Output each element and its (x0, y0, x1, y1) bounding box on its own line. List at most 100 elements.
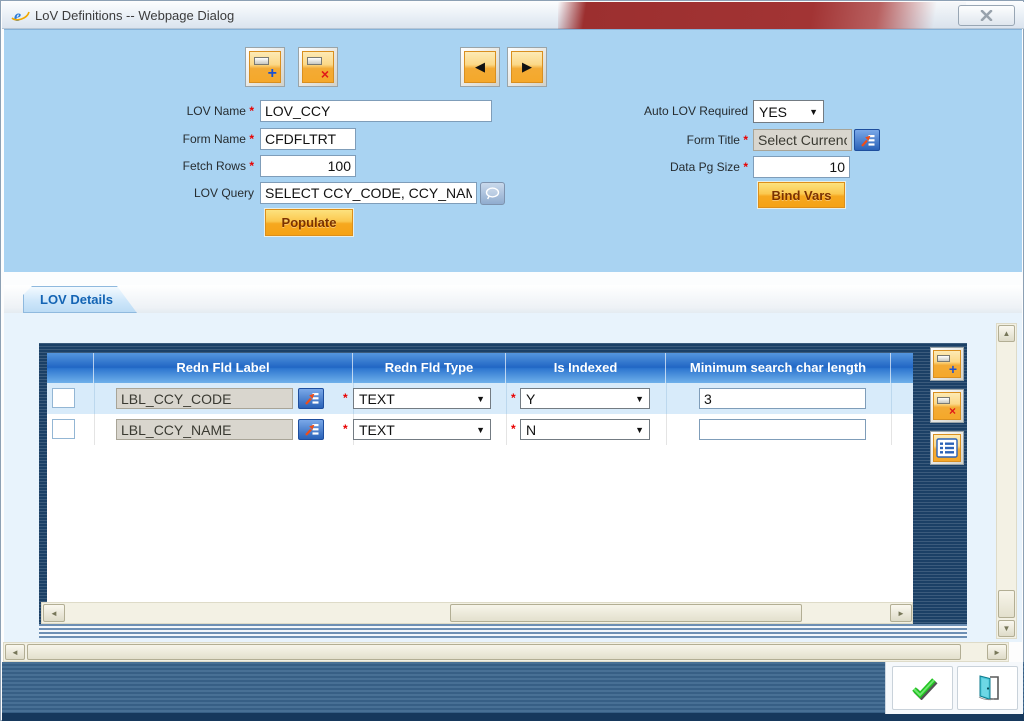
page-v-scroll-thumb[interactable] (998, 590, 1015, 618)
scroll-left-button[interactable]: ◄ (43, 604, 65, 622)
lov-name-input[interactable] (260, 100, 492, 122)
scroll-right-icon: ► (993, 647, 1001, 657)
required-marker: * (511, 422, 516, 436)
populate-button[interactable]: Populate (265, 209, 353, 236)
scroll-right-button[interactable]: ► (890, 604, 912, 622)
list-details-icon (936, 438, 958, 458)
is-indexed-select[interactable]: Y ▼ (520, 388, 650, 409)
required-marker: * (511, 391, 516, 405)
grid-add-row-button[interactable]: + (930, 347, 964, 381)
record-icon (254, 57, 269, 65)
grid-header-min-search-len: Minimum search char length (666, 353, 891, 383)
lov-lookup-icon (860, 134, 874, 147)
redn-fld-type-select[interactable]: TEXT ▼ (353, 419, 491, 440)
lov-details-body: Redn Fld Label Redn Fld Type Is Indexed … (4, 313, 1022, 642)
grid-h-scrollbar[interactable]: ◄ ► (41, 602, 913, 624)
fetch-rows-label: Fetch Rows * (182, 159, 254, 173)
page-h-scroll-thumb[interactable] (27, 644, 961, 660)
data-pg-size-label: Data Pg Size * (669, 160, 748, 174)
auto-lov-required-label: Auto LOV Required (643, 104, 748, 118)
grid-row-2: * TEXT ▼ * N ▼ (47, 414, 913, 445)
arrow-right-icon: ▶ (522, 59, 532, 74)
arrow-left-icon: ◀ (475, 59, 485, 74)
chevron-down-icon: ▼ (476, 393, 485, 404)
lov-query-label: LOV Query (193, 186, 254, 200)
grid-details-button[interactable] (930, 431, 964, 465)
scroll-right-button[interactable]: ► (987, 644, 1007, 660)
bind-vars-button[interactable]: Bind Vars (758, 182, 845, 208)
grid-frame-left (39, 343, 47, 624)
min-search-len-input[interactable] (699, 388, 866, 409)
required-marker: * (343, 391, 348, 405)
ok-button[interactable] (892, 666, 953, 710)
record-icon (307, 57, 322, 65)
chevron-down-icon: ▼ (809, 106, 818, 117)
page-v-scrollbar[interactable]: ▲ ▼ (996, 323, 1017, 639)
grid-frame-right (913, 343, 967, 624)
dialog-window: e LoV Definitions -- Webpage Dialog + × … (0, 0, 1024, 721)
fetch-rows-input[interactable] (260, 155, 356, 177)
tab-lov-details[interactable]: LOV Details (23, 286, 137, 313)
grid-frame-bottom (39, 624, 967, 638)
scroll-left-icon: ◄ (11, 647, 19, 657)
grid-frame-top (39, 343, 967, 353)
plus-icon: + (267, 65, 277, 82)
action-panel (885, 662, 1023, 714)
grid-row-1: * TEXT ▼ * Y ▼ (47, 383, 913, 414)
row-select-box[interactable] (52, 419, 75, 439)
bottom-bar-edge (2, 713, 1024, 721)
lov-lookup-icon (304, 393, 318, 405)
record-icon (937, 397, 950, 404)
add-record-button[interactable]: + (245, 47, 285, 87)
internet-explorer-icon: e (11, 8, 30, 25)
form-name-label: Form Name * (182, 132, 254, 146)
tab-strip (4, 285, 1022, 313)
auto-lov-required-select[interactable]: YES ▼ (753, 100, 824, 123)
grid-h-scroll-thumb[interactable] (450, 604, 802, 622)
scroll-up-icon: ▲ (1002, 329, 1011, 338)
titlebar-red-swoosh (558, 2, 966, 29)
data-pg-size-input[interactable] (753, 156, 850, 178)
plus-icon: + (948, 361, 957, 377)
grid-header-select (47, 353, 94, 383)
redn-fld-label-input[interactable] (116, 419, 293, 440)
title-bar: e LoV Definitions -- Webpage Dialog (2, 2, 1024, 29)
lov-query-input[interactable] (260, 182, 477, 204)
scroll-up-button[interactable]: ▲ (998, 325, 1015, 342)
scroll-down-icon: ▼ (1002, 624, 1011, 633)
scroll-left-button[interactable]: ◄ (5, 644, 25, 660)
redn-fld-label-lov-button[interactable] (298, 419, 324, 440)
chevron-down-icon: ▼ (635, 393, 644, 404)
min-search-len-input[interactable] (699, 419, 866, 440)
svg-text:e: e (14, 8, 21, 25)
redn-fld-label-input[interactable] (116, 388, 293, 409)
form-title-lov-button[interactable] (854, 129, 880, 151)
required-marker: * (343, 422, 348, 436)
close-button[interactable] (958, 5, 1015, 26)
is-indexed-select[interactable]: N ▼ (520, 419, 650, 440)
edit-query-button[interactable] (480, 182, 505, 205)
page-h-scrollbar[interactable]: ◄ ► (3, 642, 1009, 662)
scroll-down-button[interactable]: ▼ (998, 620, 1015, 637)
form-title-input[interactable] (753, 129, 852, 151)
lov-name-label: LOV Name * (186, 104, 254, 118)
window-title: LoV Definitions -- Webpage Dialog (35, 8, 235, 23)
grid-header-redn-fld-type: Redn Fld Type (353, 353, 506, 383)
grid-header: Redn Fld Label Redn Fld Type Is Indexed … (47, 353, 913, 383)
grid-header-is-indexed: Is Indexed (506, 353, 666, 383)
grid-delete-row-button[interactable]: × (930, 389, 964, 423)
cross-icon: × (320, 66, 329, 82)
previous-record-button[interactable]: ◀ (460, 47, 500, 87)
row-select-box[interactable] (52, 388, 75, 408)
form-name-input[interactable] (260, 128, 356, 150)
scroll-right-icon: ► (897, 608, 905, 618)
panel-divider (4, 272, 1022, 285)
next-record-button[interactable]: ▶ (507, 47, 547, 87)
redn-fld-label-lov-button[interactable] (298, 388, 324, 409)
form-title-label: Form Title * (686, 133, 748, 147)
redn-fld-type-select[interactable]: TEXT ▼ (353, 388, 491, 409)
ok-check-icon (911, 678, 938, 700)
chevron-down-icon: ▼ (476, 424, 485, 435)
delete-record-button[interactable]: × (298, 47, 338, 87)
exit-button[interactable] (957, 666, 1018, 710)
